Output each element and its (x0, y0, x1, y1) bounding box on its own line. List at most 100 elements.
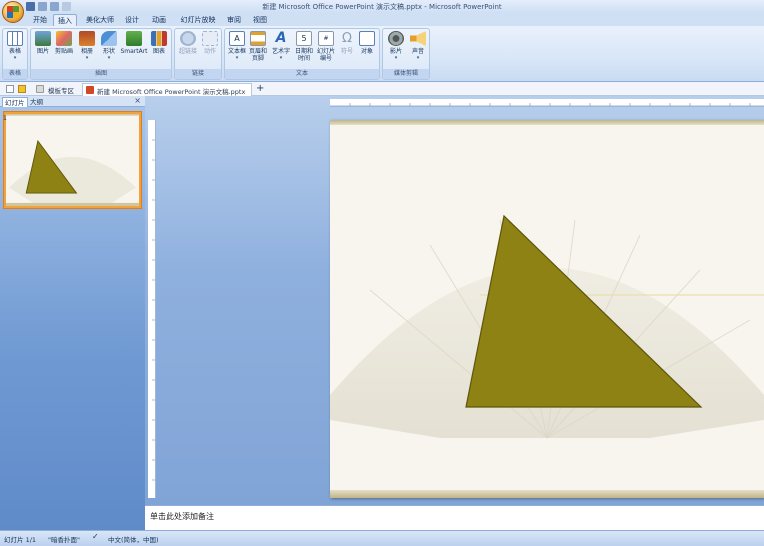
group-media: 影片 ▾ 声音 ▾ 媒体剪辑 (382, 28, 430, 80)
ruler-ticks (152, 139, 155, 481)
templates-icon[interactable] (36, 85, 44, 93)
tab-home[interactable]: 开始 (30, 14, 50, 26)
shapes-button[interactable]: 形状 ▾ (99, 31, 119, 62)
smartart-button[interactable]: SmartArt (119, 31, 149, 55)
object-icon (359, 31, 375, 46)
group-label-media: 媒体剪辑 (383, 69, 429, 79)
dropdown-arrow-icon: ▾ (13, 55, 17, 61)
chart-icon (151, 31, 167, 46)
table-icon (7, 31, 23, 46)
document-tab[interactable]: 新建 Microsoft Office PowerPoint 演示文稿.pptx (82, 83, 252, 96)
symbol-icon: Ω (342, 31, 352, 46)
tab-beautify[interactable]: 美化大师 (83, 14, 117, 26)
theme-name[interactable]: "暗香扑面" (48, 534, 80, 544)
slide-number-label-1: 幻灯片 (316, 48, 335, 55)
templates-link[interactable]: 模板专区 (48, 85, 74, 95)
tab-animation[interactable]: 动画 (150, 14, 168, 26)
chart-button[interactable]: 图表 (149, 31, 169, 55)
textbox-label: 文本框 (227, 48, 246, 55)
spellcheck-icon[interactable]: ✓ (92, 532, 99, 541)
office-logo-icon (7, 6, 19, 18)
office-button[interactable] (2, 1, 24, 23)
action-label: 动作 (203, 48, 216, 55)
hyperlink-icon (180, 31, 196, 46)
picture-icon (35, 31, 51, 46)
action-button[interactable]: 动作 (199, 31, 221, 55)
hyperlink-button[interactable]: 超链接 (177, 31, 199, 55)
header-footer-label-2: 页脚 (251, 55, 264, 62)
slide-number-label-2: 编号 (319, 55, 332, 62)
dropdown-arrow-icon: ▾ (416, 55, 420, 61)
status-bar: 幻灯片 1/1 "暗香扑面" ✓ 中文(简体，中国) (0, 530, 764, 546)
object-button[interactable]: 对象 (357, 31, 377, 55)
notes-pane[interactable]: 单击此处添加备注 (145, 505, 764, 530)
slide-canvas[interactable] (330, 120, 764, 498)
tab-design[interactable]: 设计 (124, 14, 140, 26)
tab-outline[interactable]: 大纲 (28, 97, 45, 107)
group-label-links: 链接 (175, 69, 221, 79)
sound-button[interactable]: 声音 ▾ (407, 31, 429, 62)
slide-number-button[interactable]: # 幻灯片 编号 (315, 31, 337, 62)
clipart-icon (56, 31, 72, 46)
dropdown-arrow-icon: ▾ (235, 55, 239, 61)
tab-slideshow[interactable]: 幻灯片放映 (178, 14, 218, 26)
table-button[interactable]: 表格 ▾ (5, 31, 25, 62)
open-folder-icon[interactable] (18, 85, 26, 93)
tab-insert[interactable]: 插入 (53, 14, 77, 26)
wordart-button[interactable]: A 艺术字 ▾ (269, 31, 293, 62)
notes-placeholder: 单击此处添加备注 (150, 512, 214, 521)
group-tables: 表格 ▾ 表格 (2, 28, 28, 80)
date-time-label-1: 日期和 (294, 48, 313, 55)
window-title: 新建 Microsoft Office PowerPoint 演示文稿.pptx… (262, 3, 502, 11)
movie-button[interactable]: 影片 ▾ (385, 31, 407, 62)
header-footer-icon (250, 31, 266, 46)
ribbon-tabs: 开始 插入 美化大师 设计 动画 幻灯片放映 审阅 视图 (0, 13, 764, 26)
shapes-icon (101, 31, 117, 46)
wordart-label: 艺术字 (271, 48, 290, 55)
header-footer-button[interactable]: 页眉和 页脚 (247, 31, 269, 62)
slides-panel-tabs: 幻灯片 大纲 × (0, 96, 145, 107)
group-links: 超链接 动作 链接 (174, 28, 222, 80)
tab-view[interactable]: 视图 (252, 14, 268, 26)
date-time-button[interactable]: 5 日期和 时间 (293, 31, 315, 62)
document-tab-label: 新建 Microsoft Office PowerPoint 演示文稿.pptx (97, 88, 246, 96)
smartart-label: SmartArt (120, 48, 148, 55)
shapes-label: 形状 (102, 48, 115, 55)
ruler-ticks (330, 103, 764, 107)
date-time-icon: 5 (296, 31, 312, 46)
photo-album-button[interactable]: 相册 ▾ (77, 31, 97, 62)
group-label-text: 文本 (225, 69, 379, 79)
slide-thumbnail[interactable] (4, 112, 141, 208)
new-tab-button[interactable]: + (256, 83, 264, 94)
thumbnail-image (6, 114, 139, 206)
slide-thumbnail-number: 1 (3, 115, 7, 122)
new-document-icon[interactable] (6, 85, 14, 93)
dropdown-arrow-icon: ▾ (107, 55, 111, 61)
tab-review[interactable]: 审阅 (226, 14, 242, 26)
dropdown-arrow-icon: ▾ (279, 55, 283, 61)
slide-bottom-border (330, 490, 764, 498)
triangle-shape[interactable] (330, 120, 764, 498)
clipart-label: 剪贴画 (54, 48, 73, 55)
action-icon (202, 31, 218, 46)
hyperlink-label: 超链接 (178, 48, 197, 55)
movie-label: 影片 (389, 48, 402, 55)
picture-button[interactable]: 图片 (33, 31, 53, 55)
group-illustrations: 图片 剪贴画 相册 ▾ 形状 ▾ SmartArt 图表 插图 (30, 28, 172, 80)
photo-album-icon (79, 31, 95, 46)
document-tab-bar: 模板专区 新建 Microsoft Office PowerPoint 演示文稿… (0, 82, 764, 96)
slide-number-icon: # (318, 31, 334, 46)
close-icon[interactable]: × (134, 96, 141, 105)
language-indicator[interactable]: 中文(简体，中国) (108, 534, 159, 544)
title-bar: 新建 Microsoft Office PowerPoint 演示文稿.pptx… (0, 0, 764, 13)
object-label: 对象 (360, 48, 373, 55)
textbox-button[interactable]: A 文本框 ▾ (227, 31, 247, 62)
ribbon: 表格 ▾ 表格 图片 剪贴画 相册 ▾ 形状 ▾ SmartArt 图表 插图 … (0, 26, 764, 82)
tab-slides[interactable]: 幻灯片 (2, 97, 28, 107)
symbol-button[interactable]: Ω 符号 (337, 31, 357, 55)
clipart-button[interactable]: 剪贴画 (53, 31, 75, 55)
group-text: A 文本框 ▾ 页眉和 页脚 A 艺术字 ▾ 5 日期和 时间 # 幻灯片 编号… (224, 28, 380, 80)
group-label-tables: 表格 (3, 69, 27, 79)
chart-label: 图表 (152, 48, 165, 55)
slide-editor (145, 96, 764, 530)
